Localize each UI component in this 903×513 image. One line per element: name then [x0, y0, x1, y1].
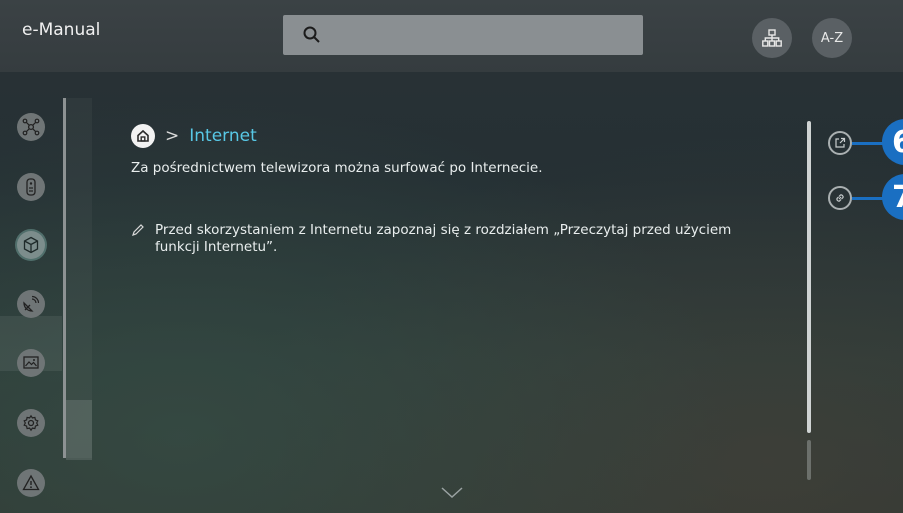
callout-line-6: [852, 142, 886, 145]
chevron-down-icon[interactable]: [441, 487, 463, 499]
breadcrumb: > Internet: [131, 124, 257, 148]
sidebar-item-remote[interactable]: [17, 173, 45, 201]
connections-icon: [22, 118, 40, 136]
search-input[interactable]: [283, 15, 643, 55]
open-link-icon: [835, 137, 846, 148]
sidebar-item-connections[interactable]: [17, 113, 45, 141]
app-title: e-Manual: [22, 20, 101, 40]
note-text: Przed skorzystaniem z Internetu zapoznaj…: [155, 222, 732, 255]
hierarchy-button[interactable]: [752, 18, 792, 58]
sidebar: [0, 92, 62, 513]
picture-icon: [23, 356, 39, 369]
hierarchy-icon: [762, 29, 782, 47]
page-description: Za pośrednictwem telewizora można surfow…: [131, 160, 543, 176]
sidebar-scroll-thumb[interactable]: [66, 400, 92, 460]
sidebar-item-settings[interactable]: [17, 409, 45, 437]
home-icon[interactable]: [131, 124, 155, 148]
content-scrollbar-lower: [807, 440, 811, 480]
warning-icon: [22, 474, 40, 491]
settings-icon: [23, 414, 39, 432]
pencil-icon: [132, 224, 144, 236]
link-button[interactable]: [828, 186, 852, 210]
top-bar: e-Manual A-Z: [0, 0, 903, 72]
link-icon: [836, 194, 844, 202]
smart-features-icon: [23, 236, 39, 254]
remote-icon: [26, 178, 36, 196]
a-z-button[interactable]: A-Z: [812, 18, 852, 58]
open-link-button[interactable]: [828, 131, 852, 155]
callout-line-7: [852, 197, 886, 200]
background: [0, 0, 903, 513]
content-scrollbar[interactable]: [807, 121, 811, 433]
broadcast-icon: [23, 295, 40, 312]
note-block: Przed skorzystaniem z Internetu zapoznaj…: [131, 222, 771, 256]
chevron-right-icon: >: [165, 126, 180, 146]
sidebar-item-troubleshooting[interactable]: [17, 469, 45, 497]
sidebar-item-picture[interactable]: [17, 349, 45, 377]
search-icon: [303, 26, 320, 43]
sidebar-item-broadcast[interactable]: [17, 290, 45, 318]
sidebar-item-smart-features[interactable]: [17, 231, 45, 259]
breadcrumb-current: Internet: [189, 126, 257, 146]
